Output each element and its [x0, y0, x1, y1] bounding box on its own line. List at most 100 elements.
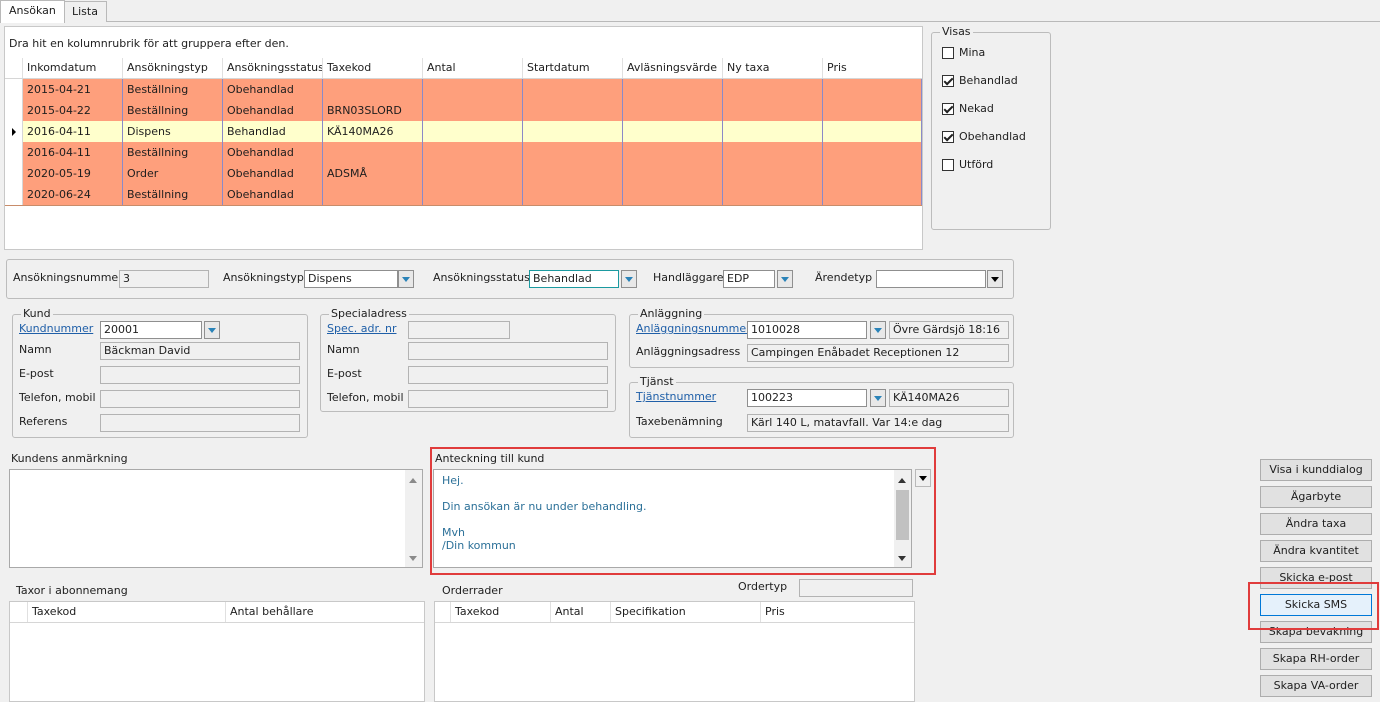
- ansokningsstatus-dropdown-icon[interactable]: [621, 270, 637, 288]
- table-cell[interactable]: [323, 79, 423, 100]
- table-cell[interactable]: [423, 79, 523, 100]
- col-pris[interactable]: Pris: [761, 602, 914, 622]
- anlaggningsnummer-dropdown-icon[interactable]: [870, 321, 886, 339]
- table-cell[interactable]: Obehandlad: [223, 163, 323, 184]
- row-selector[interactable]: [5, 121, 23, 142]
- col-taxekod[interactable]: Taxekod: [323, 58, 423, 78]
- table-cell[interactable]: [323, 142, 423, 163]
- table-cell[interactable]: [823, 142, 922, 163]
- col-inkomdatum[interactable]: Inkomdatum: [23, 58, 123, 78]
- table-row[interactable]: 2015-04-22 Beställning Obehandlad BRN03SLOR…: [5, 100, 922, 122]
- visas-checkbox-label[interactable]: Behandlad: [959, 72, 1018, 90]
- table-cell[interactable]: [323, 184, 423, 205]
- table-cell[interactable]: [523, 163, 623, 184]
- table-cell[interactable]: Beställning: [123, 142, 223, 163]
- table-cell[interactable]: Obehandlad: [223, 100, 323, 121]
- handlaggare-select[interactable]: EDP: [723, 270, 775, 288]
- col-taxekod[interactable]: Taxekod: [451, 602, 551, 622]
- table-cell[interactable]: [823, 79, 922, 100]
- kundnummer-field[interactable]: 20001: [100, 321, 202, 339]
- col-avlasningsvarde[interactable]: Avläsningsvärde: [623, 58, 723, 78]
- table-row[interactable]: 2016-04-11 Dispens Behandlad KÄ140MA26: [5, 121, 922, 143]
- table-row[interactable]: 2015-04-21 Beställning Obehandlad: [5, 79, 922, 101]
- table-cell[interactable]: 2020-05-19: [23, 163, 123, 184]
- tjanstnummer-field[interactable]: 100223: [747, 389, 867, 407]
- table-cell[interactable]: [423, 163, 523, 184]
- table-cell[interactable]: [723, 142, 823, 163]
- table-cell[interactable]: Obehandlad: [223, 142, 323, 163]
- visa-i-kunddialog-button[interactable]: Visa i kunddialog: [1260, 459, 1372, 481]
- table-cell[interactable]: [823, 163, 922, 184]
- tjanstnummer-dropdown-icon[interactable]: [870, 389, 886, 407]
- row-selector[interactable]: [5, 142, 23, 163]
- col-ny-taxa[interactable]: Ny taxa: [723, 58, 823, 78]
- col-antal-behallare[interactable]: Antal behållare: [226, 602, 424, 622]
- table-cell[interactable]: [623, 163, 723, 184]
- scroll-down-icon[interactable]: [409, 556, 417, 561]
- anlaggningsnummer-field[interactable]: 1010028: [747, 321, 867, 339]
- andra-kvantitet-button[interactable]: Ändra kvantitet: [1260, 540, 1372, 562]
- table-cell[interactable]: [623, 79, 723, 100]
- table-cell[interactable]: BRN03SLORD: [323, 100, 423, 121]
- applications-grid[interactable]: Dra hit en kolumnrubrik för att gruppera…: [4, 26, 923, 250]
- col-startdatum[interactable]: Startdatum: [523, 58, 623, 78]
- row-selector[interactable]: [5, 184, 23, 205]
- table-cell[interactable]: Dispens: [123, 121, 223, 142]
- table-cell[interactable]: [623, 142, 723, 163]
- table-cell[interactable]: 2015-04-21: [23, 79, 123, 100]
- visas-checkbox-label[interactable]: Mina: [959, 44, 985, 62]
- scroll-up-icon[interactable]: [409, 478, 417, 483]
- table-cell[interactable]: Obehandlad: [223, 184, 323, 205]
- skapa-va-order-button[interactable]: Skapa VA-order: [1260, 675, 1372, 697]
- visas-checkbox[interactable]: [942, 159, 954, 171]
- agarbyte-button[interactable]: Ägarbyte: [1260, 486, 1372, 508]
- handlaggare-dropdown-icon[interactable]: [777, 270, 793, 288]
- table-cell[interactable]: Beställning: [123, 184, 223, 205]
- col-ansokningstyp[interactable]: Ansökningstyp: [123, 58, 223, 78]
- table-cell[interactable]: [523, 79, 623, 100]
- table-cell[interactable]: [523, 184, 623, 205]
- table-cell[interactable]: Obehandlad: [223, 79, 323, 100]
- col-antal[interactable]: Antal: [423, 58, 523, 78]
- table-cell[interactable]: [723, 184, 823, 205]
- table-cell[interactable]: Beställning: [123, 100, 223, 121]
- table-cell[interactable]: [423, 100, 523, 121]
- table-cell[interactable]: [823, 121, 922, 142]
- kundnummer-dropdown-icon[interactable]: [204, 321, 220, 339]
- visas-checkbox[interactable]: [942, 131, 954, 143]
- table-row[interactable]: 2020-06-24 Beställning Obehandlad: [5, 184, 922, 206]
- kundens-anmarkning-textarea[interactable]: [9, 469, 423, 568]
- table-cell[interactable]: [723, 100, 823, 121]
- table-cell[interactable]: [823, 184, 922, 205]
- andra-taxa-button[interactable]: Ändra taxa: [1260, 513, 1372, 535]
- visas-checkbox-label[interactable]: Nekad: [959, 100, 994, 118]
- col-pris[interactable]: Pris: [823, 58, 922, 78]
- ansokningstyp-dropdown-icon[interactable]: [398, 270, 414, 288]
- table-cell[interactable]: KÄ140MA26: [323, 121, 423, 142]
- row-selector[interactable]: [5, 163, 23, 184]
- taxor-grid[interactable]: Taxekod Antal behållare: [9, 601, 425, 702]
- table-row[interactable]: 2016-04-11 Beställning Obehandlad: [5, 142, 922, 164]
- arendetyp-dropdown-icon[interactable]: [987, 270, 1003, 288]
- table-cell[interactable]: ADSMÅ: [323, 163, 423, 184]
- table-cell[interactable]: [623, 100, 723, 121]
- kundnummer-link[interactable]: Kundnummer: [19, 320, 93, 338]
- table-cell[interactable]: [423, 142, 523, 163]
- table-cell[interactable]: [723, 121, 823, 142]
- table-cell[interactable]: 2020-06-24: [23, 184, 123, 205]
- table-cell[interactable]: [523, 142, 623, 163]
- tjanstnummer-link[interactable]: Tjänstnummer: [636, 388, 716, 406]
- table-row[interactable]: 2020-05-19 Order Obehandlad ADSMÅ: [5, 163, 922, 185]
- tab-lista[interactable]: Lista: [63, 1, 107, 22]
- table-cell[interactable]: [823, 100, 922, 121]
- table-cell[interactable]: [723, 79, 823, 100]
- table-cell[interactable]: [423, 184, 523, 205]
- visas-checkbox[interactable]: [942, 75, 954, 87]
- row-selector[interactable]: [5, 79, 23, 100]
- col-ansokningsstatus[interactable]: Ansökningsstatus: [223, 58, 323, 78]
- table-cell[interactable]: [623, 121, 723, 142]
- tab-ansokan[interactable]: Ansökan: [0, 0, 65, 23]
- table-cell[interactable]: [523, 121, 623, 142]
- col-specifikation[interactable]: Specifikation: [611, 602, 761, 622]
- table-cell[interactable]: [623, 184, 723, 205]
